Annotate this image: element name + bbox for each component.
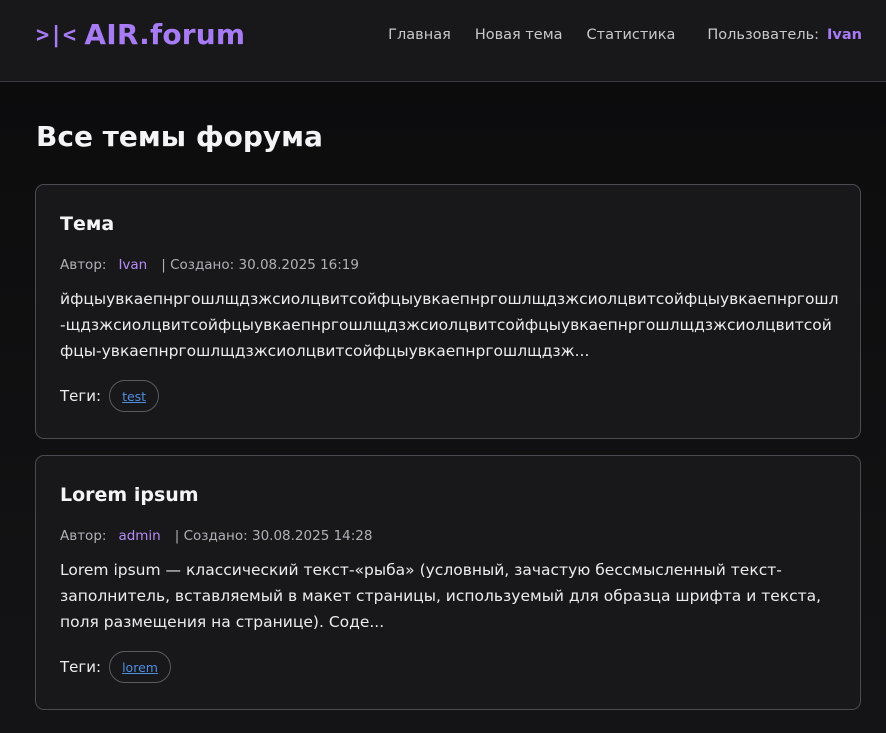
nav-new-topic-link[interactable]: Новая тема [475,27,563,43]
tags-label: Теги: [60,387,102,405]
created-date: | Создано: 30.08.2025 14:28 [174,528,373,544]
topic-card[interactable]: Тема Автор: Ivan | Создано: 30.08.2025 16:… [35,184,861,439]
author-label: Автор: [60,257,107,273]
topic-meta: Автор: admin | Создано: 30.08.2025 14:28 [60,528,372,544]
user-name-link[interactable]: Ivan [827,27,862,43]
nav-stats-link[interactable]: Статистика [587,27,676,43]
tag-chip[interactable]: test [109,380,160,412]
tag-chip[interactable]: lorem [109,651,171,683]
main-nav: Главная Новая тема Статистика Пользовате… [388,27,862,43]
topic-excerpt: Lorem ipsum — классический текст-«рыба» … [60,561,822,631]
author-link[interactable]: Ivan [118,257,147,273]
nav-home-link[interactable]: Главная [388,27,451,43]
author-link[interactable]: admin [118,528,160,544]
tags-label: Теги: [60,658,102,676]
top-header: >|< AIR.forum Главная Новая тема Статисти… [0,0,886,82]
logo-mark: >|< [36,23,77,48]
topic-title[interactable]: Lorem ipsum [60,484,199,506]
user-label: Пользователь: [707,27,820,43]
author-label: Автор: [60,528,107,544]
topic-excerpt: йфцыувкаепнргошлщдзжсиолцвитсойфцыувкаеп… [60,290,839,360]
topic-tags: Теги: lorem [60,651,171,683]
site-logo[interactable]: >|< AIR.forum [36,18,245,51]
main-content: Все темы форума Тема Автор: Ivan | Создано… [0,82,886,733]
logo-text: AIR.forum [84,18,246,51]
topic-card[interactable]: Lorem ipsum Автор: admin | Создано: 30.08.… [35,455,861,710]
topic-meta: Автор: Ivan | Создано: 30.08.2025 16:19 [60,257,359,273]
topic-title[interactable]: Тема [60,213,114,235]
page-title: Все темы форума [36,120,323,153]
topic-tags: Теги: test [60,380,160,412]
created-date: | Создано: 30.08.2025 16:19 [161,257,359,273]
